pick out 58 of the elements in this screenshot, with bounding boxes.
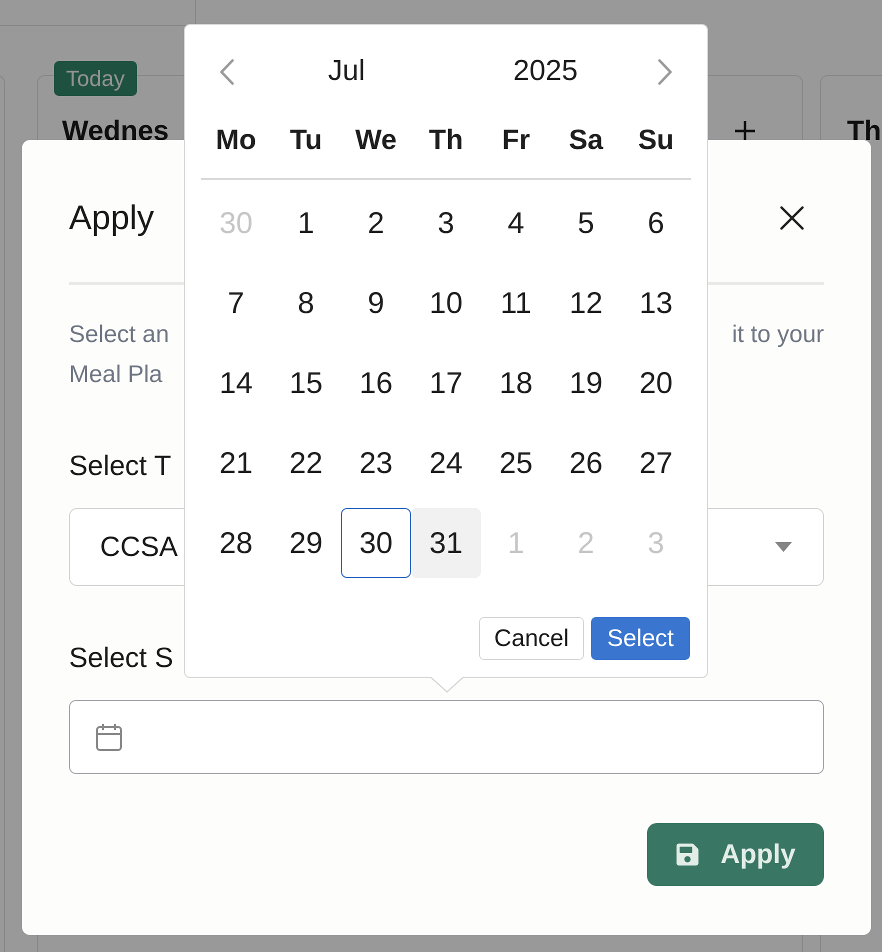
day-cell[interactable]: 16 (341, 348, 411, 418)
date-input[interactable] (69, 700, 824, 774)
day-cell[interactable]: 27 (621, 428, 691, 498)
day-cell[interactable]: 8 (271, 268, 341, 338)
chevron-left-icon[interactable] (220, 59, 234, 85)
day-cell[interactable]: 10 (411, 268, 481, 338)
select-button[interactable]: Select (591, 617, 690, 660)
day-cell[interactable]: 11 (481, 268, 551, 338)
day-cell[interactable]: 5 (551, 188, 621, 258)
day-cell[interactable]: 26 (551, 428, 621, 498)
modal-title: Apply (69, 198, 154, 239)
description-text: Select an (69, 320, 170, 350)
day-cell[interactable]: 17 (411, 348, 481, 418)
day-cell[interactable]: 21 (201, 428, 271, 498)
weekday-label: Su (638, 123, 674, 157)
day-cell[interactable]: 22 (271, 428, 341, 498)
field-label: Select T (69, 449, 172, 483)
day-cell[interactable]: 3 (411, 188, 481, 258)
day-cell[interactable]: 25 (481, 428, 551, 498)
plus-icon[interactable] (735, 121, 755, 141)
day-title: Th (847, 114, 882, 148)
day-cell[interactable]: 18 (481, 348, 551, 418)
day-cell[interactable]: 7 (201, 268, 271, 338)
chevron-right-icon[interactable] (658, 59, 672, 85)
weekday-label: Mo (216, 123, 256, 157)
day-cell[interactable]: 4 (481, 188, 551, 258)
day-cell[interactable]: 14 (201, 348, 271, 418)
month-label[interactable]: Jul (328, 50, 366, 94)
today-badge: Today (54, 61, 137, 96)
day-cell[interactable]: 9 (341, 268, 411, 338)
field-label: Select S (69, 641, 174, 675)
weekday-label: Th (428, 123, 464, 157)
weekday-label: Fr (502, 123, 530, 157)
calendar-icon (96, 723, 122, 751)
day-cell[interactable]: 1 (271, 188, 341, 258)
close-icon[interactable] (780, 206, 804, 230)
description-text: it to your (732, 320, 824, 350)
day-cell[interactable]: 15 (271, 348, 341, 418)
day-cell[interactable]: 13 (621, 268, 691, 338)
weekday-label: Tu (290, 123, 322, 157)
day-cell[interactable]: 2 (341, 188, 411, 258)
year-label[interactable]: 2025 (513, 50, 578, 94)
day-cell[interactable]: 28 (201, 508, 271, 578)
day-cell[interactable]: 19 (551, 348, 621, 418)
day-cell[interactable]: 6 (621, 188, 691, 258)
day-cell[interactable]: 24 (411, 428, 481, 498)
day-cell[interactable]: 20 (621, 348, 691, 418)
day-cell[interactable]: 29 (271, 508, 341, 578)
weekday-label: We (355, 123, 397, 157)
apply-button[interactable]: Apply (647, 823, 824, 886)
cancel-button[interactable]: Cancel (479, 617, 584, 660)
day-title: Wednes (62, 114, 169, 148)
weekday-label: Sa (568, 123, 604, 157)
day-cell[interactable]: 23 (341, 428, 411, 498)
caret-down-icon (775, 542, 792, 552)
description-text: Meal Pla (69, 360, 162, 390)
day-cell[interactable]: 12 (551, 268, 621, 338)
day-cell[interactable]: 31 (411, 508, 481, 578)
